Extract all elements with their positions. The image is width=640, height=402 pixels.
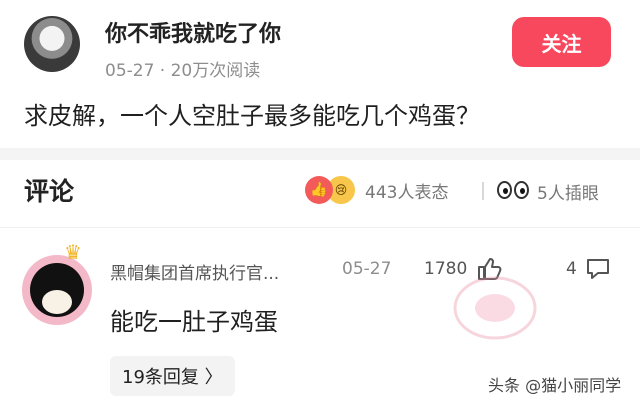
header-divider (0, 227, 640, 228)
reactions-count: 443人表态 (365, 182, 449, 203)
reply-icon[interactable] (585, 256, 611, 282)
watermark: 头条 @猫小丽同学 (488, 376, 622, 395)
stare-count[interactable]: 5人插眼 (537, 179, 599, 204)
author-avatar[interactable] (24, 16, 80, 72)
view-replies-button[interactable]: 19条回复 〉 (110, 356, 235, 396)
commenter-name[interactable]: 黑帽集团首席执行官... (110, 259, 279, 284)
crown-icon: ♛ (64, 240, 82, 264)
comment-reply-count: 4 (566, 259, 577, 279)
follow-button[interactable]: 关注 (512, 17, 611, 67)
author-name[interactable]: 你不乖我就吃了你 (105, 16, 281, 48)
commenter-avatar-face (42, 290, 72, 314)
divider-vertical (482, 182, 484, 200)
eyes-icon[interactable] (497, 176, 529, 204)
stamp-decoration (453, 276, 537, 340)
post-question: 求皮解，一个人空肚子最多能吃几个鸡蛋？ (24, 102, 480, 130)
comment-date: 05-27 (342, 259, 392, 279)
like-reaction-icon: 👍 (305, 176, 333, 204)
comments-heading: 评论 (24, 177, 75, 206)
reaction-summary[interactable]: 👍 😢 443人表态 (305, 174, 448, 206)
post-meta: 05-27 · 20万次阅读 (105, 61, 261, 81)
comment-text: 能吃一肚子鸡蛋 (110, 308, 278, 336)
section-divider (0, 148, 640, 160)
